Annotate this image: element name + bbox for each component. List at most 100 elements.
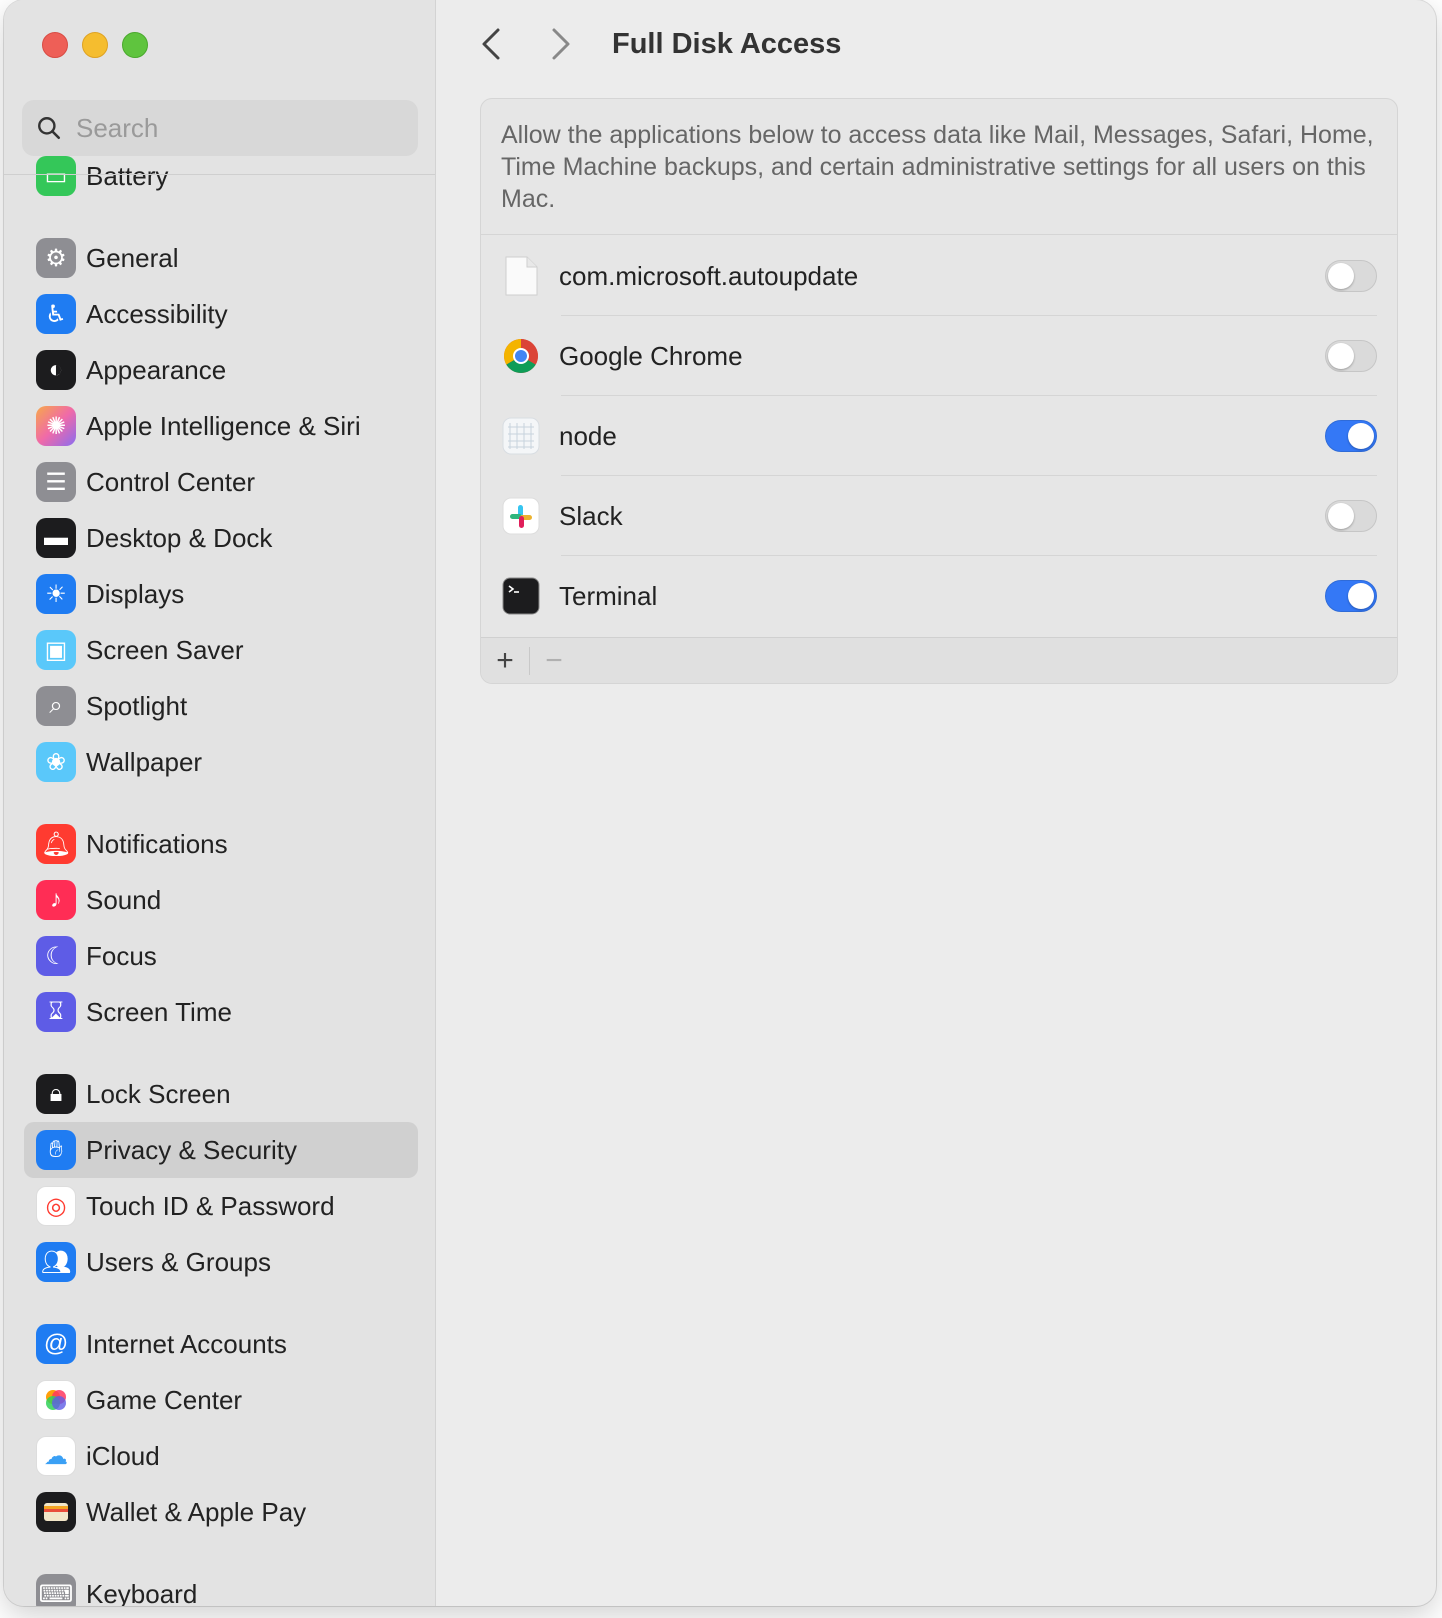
sidebar-item-battery[interactable]: ▭ Battery [24, 148, 418, 204]
users-icon: 👥︎ [36, 1242, 76, 1282]
keyboard-icon: ⌨ [36, 1574, 76, 1606]
sidebar-item-focus[interactable]: ☾ Focus [24, 928, 418, 984]
sidebar-item-privacy-security[interactable]: ✋︎ Privacy & Security [24, 1122, 418, 1178]
document-icon [501, 256, 541, 296]
sidebar-item-appearance[interactable]: ◐ Appearance [24, 342, 418, 398]
sidebar-item-screen-time[interactable]: ⌛︎ Screen Time [24, 984, 418, 1040]
battery-icon: ▭ [36, 156, 76, 196]
app-name: Google Chrome [559, 340, 743, 371]
settings-window: ▭ Battery ⚙ General ♿ Accessibility ◐ Ap… [4, 0, 1436, 1606]
sidebar-item-label: General [86, 242, 179, 273]
sidebar-item-label: Keyboard [86, 1578, 198, 1607]
sidebar-item-lock-screen[interactable]: 🔒︎ Lock Screen [24, 1066, 418, 1122]
sidebar-item-general[interactable]: ⚙ General [24, 230, 418, 286]
slack-icon [501, 496, 541, 536]
siri-icon: ✺ [36, 406, 76, 446]
sidebar-item-spotlight[interactable]: ⌕ Spotlight [24, 678, 418, 734]
full-disk-access-panel: Allow the applications below to access d… [480, 98, 1398, 684]
sidebar-item-users-groups[interactable]: 👥︎ Users & Groups [24, 1234, 418, 1290]
slack-toggle[interactable] [1325, 500, 1377, 532]
sidebar-item-notifications[interactable]: 🔔︎ Notifications [24, 816, 418, 872]
zoom-button[interactable] [122, 32, 148, 58]
window-controls [42, 32, 148, 58]
sidebar-item-icloud[interactable]: ☁ iCloud [24, 1428, 418, 1484]
sidebar-item-internet-accounts[interactable]: @ Internet Accounts [24, 1316, 418, 1372]
sidebar-item-game-center[interactable]: Game Center [24, 1372, 418, 1428]
search-divider [4, 174, 435, 175]
fingerprint-icon: ◎ [36, 1186, 76, 1226]
toggle-knob [1328, 263, 1354, 289]
remove-app-button[interactable]: − [530, 638, 578, 684]
node-toggle[interactable] [1325, 420, 1377, 452]
sidebar-item-sound[interactable]: ♪ Sound [24, 872, 418, 928]
sidebar-item-label: Appearance [86, 354, 227, 385]
sidebar: ▭ Battery ⚙ General ♿ Accessibility ◐ Ap… [4, 0, 436, 1606]
app-name: Terminal [559, 580, 658, 611]
main-content: Full Disk Access Allow the applications … [436, 0, 1436, 1606]
app-name: com.microsoft.autoupdate [559, 260, 859, 291]
sidebar-item-label: Screen Time [86, 996, 232, 1027]
game-center-icon [36, 1380, 76, 1420]
sidebar-item-label: Control Center [86, 466, 256, 497]
close-button[interactable] [42, 32, 68, 58]
sidebar-item-label: Battery [86, 160, 169, 191]
search-input[interactable] [76, 112, 396, 144]
list-footer: + − [481, 637, 1397, 683]
speaker-icon: ♪ [36, 880, 76, 920]
sidebar-item-label: Desktop & Dock [86, 522, 273, 553]
sidebar-item-apple-intelligence-siri[interactable]: ✺ Apple Intelligence & Siri [24, 398, 418, 454]
sidebar-item-label: Internet Accounts [86, 1328, 287, 1359]
chevron-right-icon [552, 28, 570, 60]
toggle-knob [1328, 343, 1354, 369]
sidebar-item-keyboard[interactable]: ⌨ Keyboard [24, 1566, 418, 1606]
description-text: Allow the applications below to access d… [481, 99, 1397, 235]
sidebar-item-accessibility[interactable]: ♿ Accessibility [24, 286, 418, 342]
gear-icon: ⚙ [36, 238, 76, 278]
hourglass-icon: ⌛︎ [36, 992, 76, 1032]
chevron-left-icon [482, 28, 500, 60]
wallet-icon [36, 1492, 76, 1532]
sidebar-item-label: Users & Groups [86, 1246, 271, 1277]
add-app-button[interactable]: + [481, 638, 529, 684]
search-field[interactable] [22, 100, 418, 156]
sidebar-item-label: Touch ID & Password [86, 1190, 335, 1221]
magnifier-icon: ⌕ [36, 686, 76, 726]
autoupdate-toggle[interactable] [1325, 260, 1377, 292]
appearance-icon: ◐ [36, 350, 76, 390]
app-row-google-chrome: Google Chrome [481, 316, 1397, 396]
node-icon [501, 416, 541, 456]
sidebar-item-label: Lock Screen [86, 1078, 231, 1109]
sidebar-item-wallpaper[interactable]: ❀ Wallpaper [24, 734, 418, 790]
sidebar-item-wallet-apple-pay[interactable]: Wallet & Apple Pay [24, 1484, 418, 1540]
app-row-slack: Slack [481, 476, 1397, 556]
sidebar-item-screen-saver[interactable]: ▣ Screen Saver [24, 622, 418, 678]
back-button[interactable] [476, 26, 506, 62]
navigation-arrows [476, 26, 576, 62]
sidebar-item-label: Notifications [86, 828, 228, 859]
app-row-terminal: Terminal [481, 556, 1397, 636]
chrome-toggle[interactable] [1325, 340, 1377, 372]
app-row-microsoft-autoupdate: com.microsoft.autoupdate [481, 236, 1397, 316]
terminal-toggle[interactable] [1325, 580, 1377, 612]
sidebar-item-control-center[interactable]: ☰ Control Center [24, 454, 418, 510]
terminal-icon [501, 576, 541, 616]
sidebar-item-label: Accessibility [86, 298, 228, 329]
forward-button[interactable] [546, 26, 576, 62]
sidebar-item-label: Screen Saver [86, 634, 244, 665]
screen-saver-icon: ▣ [36, 630, 76, 670]
at-icon: @ [36, 1324, 76, 1364]
cloud-icon: ☁ [36, 1436, 76, 1476]
sidebar-item-label: Apple Intelligence & Siri [86, 410, 361, 441]
sidebar-item-label: Spotlight [86, 690, 188, 721]
sidebar-item-label: Displays [86, 578, 185, 609]
dock-icon: ▬ [36, 518, 76, 558]
sidebar-item-label: Sound [86, 884, 162, 915]
sidebar-item-displays[interactable]: ☀ Displays [24, 566, 418, 622]
sidebar-item-desktop-dock[interactable]: ▬ Desktop & Dock [24, 510, 418, 566]
minimize-button[interactable] [82, 32, 108, 58]
lock-icon: 🔒︎ [36, 1074, 76, 1114]
flower-icon: ❀ [36, 742, 76, 782]
sidebar-item-touch-id-password[interactable]: ◎ Touch ID & Password [24, 1178, 418, 1234]
sidebar-item-label: Privacy & Security [86, 1134, 297, 1165]
sun-icon: ☀ [36, 574, 76, 614]
